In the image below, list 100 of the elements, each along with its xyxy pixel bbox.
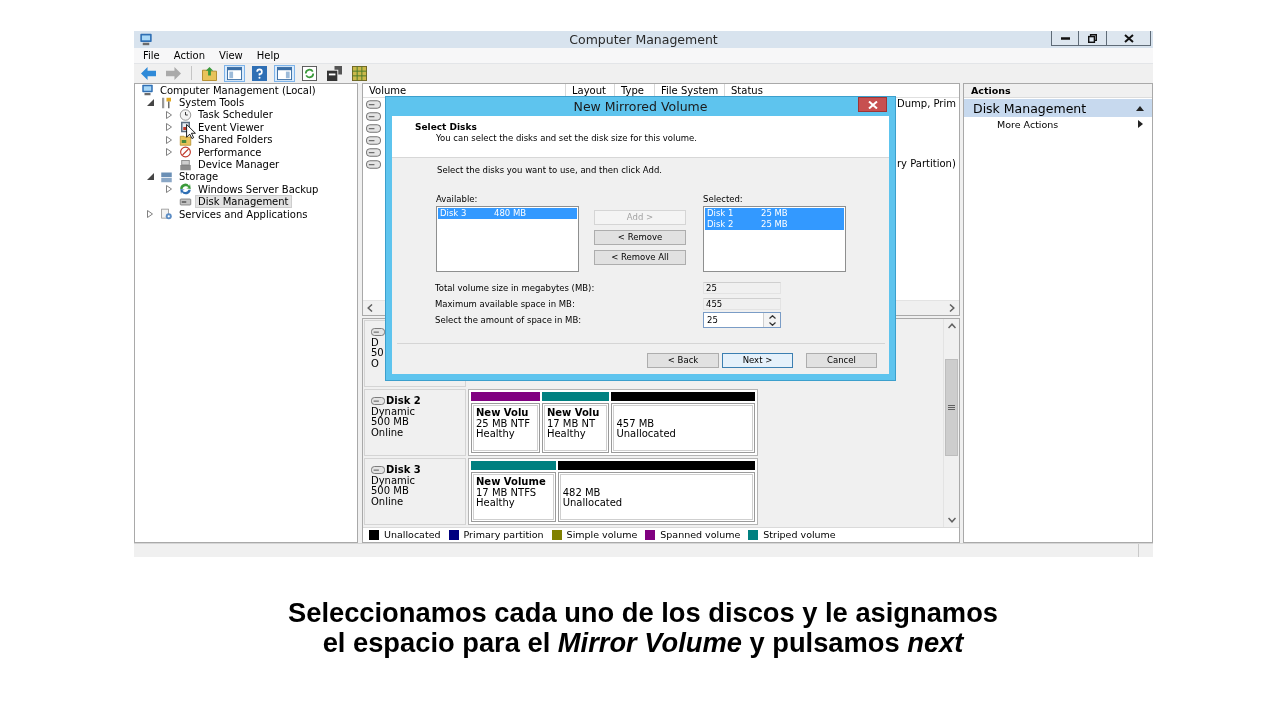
scroll-right-icon[interactable] <box>949 304 955 312</box>
caret-up-icon[interactable] <box>1136 105 1144 111</box>
action-item[interactable]: More Actions <box>964 117 1152 131</box>
scrollbar-thumb[interactable] <box>945 359 958 456</box>
tree-item[interactable]: Task Scheduler <box>195 108 276 122</box>
collapsed-arrow-icon[interactable] <box>166 123 172 132</box>
forward-arrow-icon <box>166 65 181 81</box>
menu-item[interactable]: Help <box>256 49 280 62</box>
volume-info-text: Unallocated <box>616 429 677 440</box>
status-text: ry Partition) <box>897 158 956 169</box>
volume-box[interactable]: New Volu 25 MB NTF Healthy <box>471 403 540 453</box>
device-icon <box>178 158 193 171</box>
legend-label: Striped volume <box>763 529 836 541</box>
drive-icon <box>371 397 385 406</box>
expanded-arrow-icon[interactable] <box>147 99 154 107</box>
tree-item[interactable]: Performance <box>195 145 265 159</box>
toolbar-button[interactable] <box>299 64 320 82</box>
scroll-up-icon[interactable] <box>947 323 956 329</box>
drive-icon <box>366 147 381 157</box>
toolbar-button[interactable] <box>349 64 370 82</box>
collapsed-arrow-icon[interactable] <box>147 210 153 219</box>
folder-icon <box>178 133 193 146</box>
back-button[interactable]: < Back <box>647 353 719 368</box>
collapsed-arrow-icon[interactable] <box>166 110 172 119</box>
drive-icon <box>371 328 385 337</box>
disk-info-text: O <box>371 358 379 369</box>
scroll-left-icon[interactable] <box>367 304 373 312</box>
readonly-field: 25 <box>703 282 781 294</box>
toolbar-button[interactable] <box>249 64 270 82</box>
volume-name: New Volu <box>546 408 600 419</box>
remove-button[interactable]: < Remove <box>594 230 686 245</box>
volume-box[interactable]: New Volume 17 MB NTFS Healthy <box>471 472 556 522</box>
drive-icon <box>366 123 381 133</box>
scroll-down-icon[interactable] <box>947 517 956 523</box>
tree-item[interactable]: Storage <box>176 170 222 184</box>
toolbar-button[interactable] <box>224 64 245 82</box>
next-button[interactable]: Next > <box>722 353 793 368</box>
drive-icon <box>366 99 381 109</box>
tree-item[interactable]: Disk Management <box>195 195 292 209</box>
close-button[interactable] <box>858 97 887 112</box>
tools-icon <box>159 96 174 109</box>
action-section[interactable]: Disk Management <box>964 99 1152 117</box>
remove-all-button[interactable]: < Remove All <box>594 250 686 265</box>
cancel-button[interactable]: Cancel <box>806 353 877 368</box>
volume-info-text: Unallocated <box>562 498 624 509</box>
tree-item[interactable]: Computer Management (Local) <box>157 83 319 97</box>
spin-up-icon[interactable] <box>768 314 776 319</box>
toolbar-button[interactable] <box>274 64 295 82</box>
disk-info-text: 500 MB <box>371 417 409 428</box>
storage-icon <box>159 170 174 183</box>
menu-item[interactable]: File <box>143 49 160 62</box>
tree-item[interactable]: Windows Server Backup <box>195 182 322 196</box>
actions-header: Actions <box>964 84 1152 98</box>
tree-item[interactable]: Device Manager <box>195 158 283 172</box>
collapsed-arrow-icon[interactable] <box>166 185 172 194</box>
disk-info-text: Dynamic <box>371 475 416 486</box>
caption-text: Seleccionamos cada uno de los discos y le asignamos el espacio para el Mirror Volume y pulsamos next <box>287 598 999 658</box>
vertical-scrollbar[interactable] <box>943 319 959 527</box>
status-text: Dump, Prim <box>897 98 956 109</box>
volume-info-text: Healthy <box>476 429 516 440</box>
volume-box[interactable]: 482 MB Unallocated <box>557 472 755 522</box>
legend-label: Simple volume <box>566 529 638 541</box>
field-label: Maximum available space in MB: <box>435 298 576 310</box>
number-field[interactable]: 25 <box>703 312 781 328</box>
spin-down-icon[interactable] <box>768 321 776 326</box>
gauge-icon <box>178 146 193 159</box>
minimize-button[interactable] <box>1051 31 1079 46</box>
back-arrow-icon <box>141 65 156 81</box>
grip-icon <box>948 405 955 410</box>
circular-arrows-icon <box>178 183 193 196</box>
toolbar-button[interactable] <box>324 64 345 82</box>
folder-up-icon <box>202 65 217 81</box>
disk-info-text: D <box>371 337 379 348</box>
mouse-cursor-icon <box>186 124 196 139</box>
expanded-arrow-icon[interactable] <box>147 173 154 181</box>
collapsed-arrow-icon[interactable] <box>166 135 172 144</box>
menu-item[interactable]: Action <box>173 49 206 62</box>
column-header[interactable]: Status <box>725 84 959 97</box>
close-icon <box>1123 33 1134 43</box>
restore-button[interactable] <box>1078 31 1107 46</box>
volume-box[interactable]: New Volu 17 MB NT Healthy <box>541 403 610 453</box>
volume-info-text: 17 MB NT <box>546 418 597 429</box>
tree-item[interactable]: System Tools <box>176 96 248 110</box>
close-icon <box>867 100 878 109</box>
list-label: Available: <box>436 194 479 206</box>
clock-icon <box>178 108 193 121</box>
volume-box[interactable]: 457 MB Unallocated <box>611 403 755 453</box>
tree-item[interactable]: Services and Applications <box>176 207 311 221</box>
services-icon <box>159 208 174 221</box>
tree-item[interactable]: Shared Folders <box>195 133 276 147</box>
window-title: Computer Management <box>569 31 718 48</box>
dialog-subheading: You can select the disks and set the disk size for this volume. <box>436 133 698 144</box>
volume-info-text: 17 MB NTFS <box>476 487 538 498</box>
help-icon <box>252 65 267 81</box>
menu-item[interactable]: View <box>219 49 243 62</box>
drive-icon <box>366 135 381 145</box>
legend-label: Unallocated <box>384 529 441 541</box>
close-button[interactable] <box>1106 31 1151 46</box>
collapsed-arrow-icon[interactable] <box>166 148 172 157</box>
tree-item[interactable]: Event Viewer <box>195 120 267 134</box>
